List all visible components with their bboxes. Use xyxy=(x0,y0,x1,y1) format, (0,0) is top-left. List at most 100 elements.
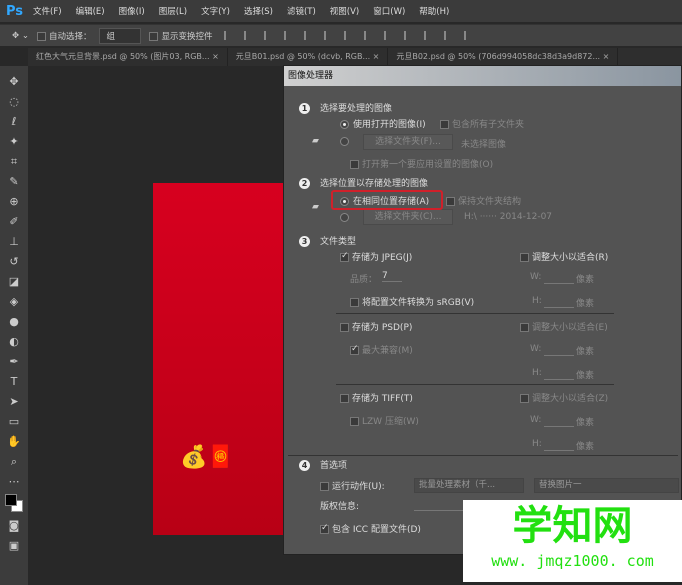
lzw-checkbox[interactable]: LZW 压缩(W) xyxy=(350,414,419,427)
menu-select[interactable]: 选择(S) xyxy=(244,5,273,17)
resize-psd-checkbox[interactable]: 调整大小以适合(E) xyxy=(520,320,608,333)
quality-input[interactable]: 7 xyxy=(382,271,402,282)
resize-jpeg-label: 调整大小以适合(R) xyxy=(532,253,609,263)
open-first-image-checkbox[interactable]: 打开第一个要应用设置的图像(O) xyxy=(350,157,493,170)
jpeg-width-input[interactable] xyxy=(544,283,574,284)
tab-document-1[interactable]: 红色大气元旦背景.psd @ 50% (图片03, RGB... × xyxy=(28,48,228,66)
tiff-width-unit: 像素 xyxy=(576,418,595,428)
lasso-tool-icon[interactable]: ℓ xyxy=(5,112,23,132)
shape-tool-icon[interactable]: ▭ xyxy=(5,412,23,432)
save-tiff-checkbox[interactable]: 存储为 TIFF(T) xyxy=(340,391,413,404)
menu-view[interactable]: 视图(V) xyxy=(330,5,359,17)
select-dest-folder-button[interactable]: 选择文件夹(C)... xyxy=(363,209,453,225)
more-tools-icon[interactable]: ⋯ xyxy=(5,472,23,492)
group-select[interactable]: 组 xyxy=(99,27,142,44)
menu-type[interactable]: 文字(Y) xyxy=(201,5,230,17)
distribute-vcenter-icon[interactable] xyxy=(364,31,372,40)
jpeg-height-input[interactable] xyxy=(544,307,574,308)
distribute-bottom-icon[interactable] xyxy=(384,31,392,40)
tiff-height-input[interactable] xyxy=(544,450,574,451)
menu-file[interactable]: 文件(F) xyxy=(33,5,62,17)
tab-document-2[interactable]: 元旦B01.psd @ 50% (dcvb, RGB... × xyxy=(228,48,389,66)
run-action-checkbox[interactable]: 运行动作(U): xyxy=(320,479,385,492)
psd-width-unit: 像素 xyxy=(576,347,595,357)
lzw-label: LZW 压缩(W) xyxy=(362,417,419,427)
action-dropdown[interactable]: 替换图片一 xyxy=(534,478,679,493)
magic-wand-icon[interactable]: ✦ xyxy=(5,132,23,152)
dodge-tool-icon[interactable]: ◐ xyxy=(5,332,23,352)
save-jpeg-checkbox[interactable]: 存储为 JPEG(J) xyxy=(340,250,412,263)
options-bar: ✥ ⌄ 自动选择： 组 显示变换控件 xyxy=(0,24,682,46)
auto-select-checkbox[interactable]: 自动选择： xyxy=(36,30,91,42)
quick-mask-icon[interactable]: ◙ xyxy=(5,516,23,536)
type-tool-icon[interactable]: T xyxy=(5,372,23,392)
convert-srgb-label: 将配置文件转换为 sRGB(V) xyxy=(362,298,475,308)
include-subfolders-label: 包含所有子文件夹 xyxy=(452,120,525,130)
jpeg-height-unit: 像素 xyxy=(576,299,595,309)
color-swatches[interactable] xyxy=(3,492,25,516)
align-bottom-icon[interactable] xyxy=(264,31,272,40)
marquee-tool-icon[interactable]: ◌ xyxy=(5,92,23,112)
eyedropper-icon[interactable]: ✎ xyxy=(5,172,23,192)
align-vcenter-icon[interactable] xyxy=(244,31,252,40)
select-source-folder-button[interactable]: 选择文件夹(F)... xyxy=(363,134,453,150)
blur-tool-icon[interactable]: ● xyxy=(5,312,23,332)
align-left-icon[interactable] xyxy=(284,31,292,40)
include-icc-checkbox[interactable]: 包含 ICC 配置文件(D) xyxy=(320,522,421,535)
history-brush-icon[interactable]: ↺ xyxy=(5,252,23,272)
move-tool-icon[interactable]: ✥ ⌄ xyxy=(12,31,29,41)
move-tool-icon[interactable]: ✥ xyxy=(5,72,23,92)
foreground-color[interactable] xyxy=(5,494,17,506)
resize-tiff-checkbox[interactable]: 调整大小以适合(Z) xyxy=(520,391,608,404)
maximize-compat-checkbox[interactable]: 最大兼容(M) xyxy=(350,343,413,356)
screen-mode-icon[interactable]: ▣ xyxy=(5,536,23,556)
save-psd-checkbox[interactable]: 存储为 PSD(P) xyxy=(340,320,412,333)
align-top-icon[interactable] xyxy=(224,31,232,40)
eraser-icon[interactable]: ◪ xyxy=(5,272,23,292)
hand-tool-icon[interactable]: ✋ xyxy=(5,432,23,452)
crop-tool-icon[interactable]: ⌗ xyxy=(5,152,23,172)
menu-edit[interactable]: 编辑(E) xyxy=(76,5,105,17)
resize-tiff-label: 调整大小以适合(Z) xyxy=(532,394,609,404)
auto-align-icon[interactable] xyxy=(464,31,472,40)
use-open-images-radio[interactable]: 使用打开的图像(I) xyxy=(340,117,426,130)
open-first-image-label: 打开第一个要应用设置的图像(O) xyxy=(362,160,494,170)
resize-jpeg-checkbox[interactable]: 调整大小以适合(R) xyxy=(520,250,608,263)
menu-window[interactable]: 窗口(W) xyxy=(373,5,405,17)
zoom-tool-icon[interactable]: ⌕ xyxy=(5,452,23,472)
menu-help[interactable]: 帮助(H) xyxy=(419,5,449,17)
document-tabs: 红色大气元旦背景.psd @ 50% (图片03, RGB... × 元旦B01… xyxy=(28,48,682,66)
action-set-dropdown[interactable]: 批量处理素材（千... xyxy=(414,478,524,493)
tiff-width-label: W: xyxy=(530,415,542,425)
show-transform-checkbox[interactable]: 显示变换控件 xyxy=(149,30,212,42)
select-dest-folder-radio[interactable] xyxy=(340,213,353,223)
tiff-width-input[interactable] xyxy=(544,426,574,427)
folder-icon: ▰ xyxy=(312,136,319,146)
pen-tool-icon[interactable]: ✒ xyxy=(5,352,23,372)
photoshop-logo: Ps xyxy=(6,3,24,19)
paint-bucket-icon[interactable]: ◈ xyxy=(5,292,23,312)
include-subfolders-checkbox[interactable]: 包含所有子文件夹 xyxy=(440,117,524,130)
psd-height-input[interactable] xyxy=(544,379,574,380)
select-folder-radio[interactable] xyxy=(340,137,353,147)
watermark-title: 学知网 xyxy=(512,503,633,549)
distribute-right-icon[interactable] xyxy=(444,31,452,40)
distribute-top-icon[interactable] xyxy=(344,31,352,40)
align-hcenter-icon[interactable] xyxy=(304,31,312,40)
brush-tool-icon[interactable]: ✐ xyxy=(5,212,23,232)
menu-image[interactable]: 图像(I) xyxy=(119,5,145,17)
menu-layer[interactable]: 图层(L) xyxy=(159,5,187,17)
healing-brush-icon[interactable]: ⊕ xyxy=(5,192,23,212)
align-right-icon[interactable] xyxy=(324,31,332,40)
distribute-left-icon[interactable] xyxy=(404,31,412,40)
menu-filter[interactable]: 滤镜(T) xyxy=(287,5,316,17)
path-select-icon[interactable]: ➤ xyxy=(5,392,23,412)
jpeg-width-unit: 像素 xyxy=(576,275,595,285)
convert-srgb-checkbox[interactable]: 将配置文件转换为 sRGB(V) xyxy=(350,295,474,308)
distribute-hcenter-icon[interactable] xyxy=(424,31,432,40)
clone-stamp-icon[interactable]: ⊥ xyxy=(5,232,23,252)
psd-width-input[interactable] xyxy=(544,355,574,356)
tab-document-3[interactable]: 元旦B02.psd @ 50% (706d994058dc38d3a9d872.… xyxy=(388,48,619,66)
resize-psd-label: 调整大小以适合(E) xyxy=(532,323,608,333)
keep-folder-structure-checkbox[interactable]: 保持文件夹结构 xyxy=(446,194,521,207)
